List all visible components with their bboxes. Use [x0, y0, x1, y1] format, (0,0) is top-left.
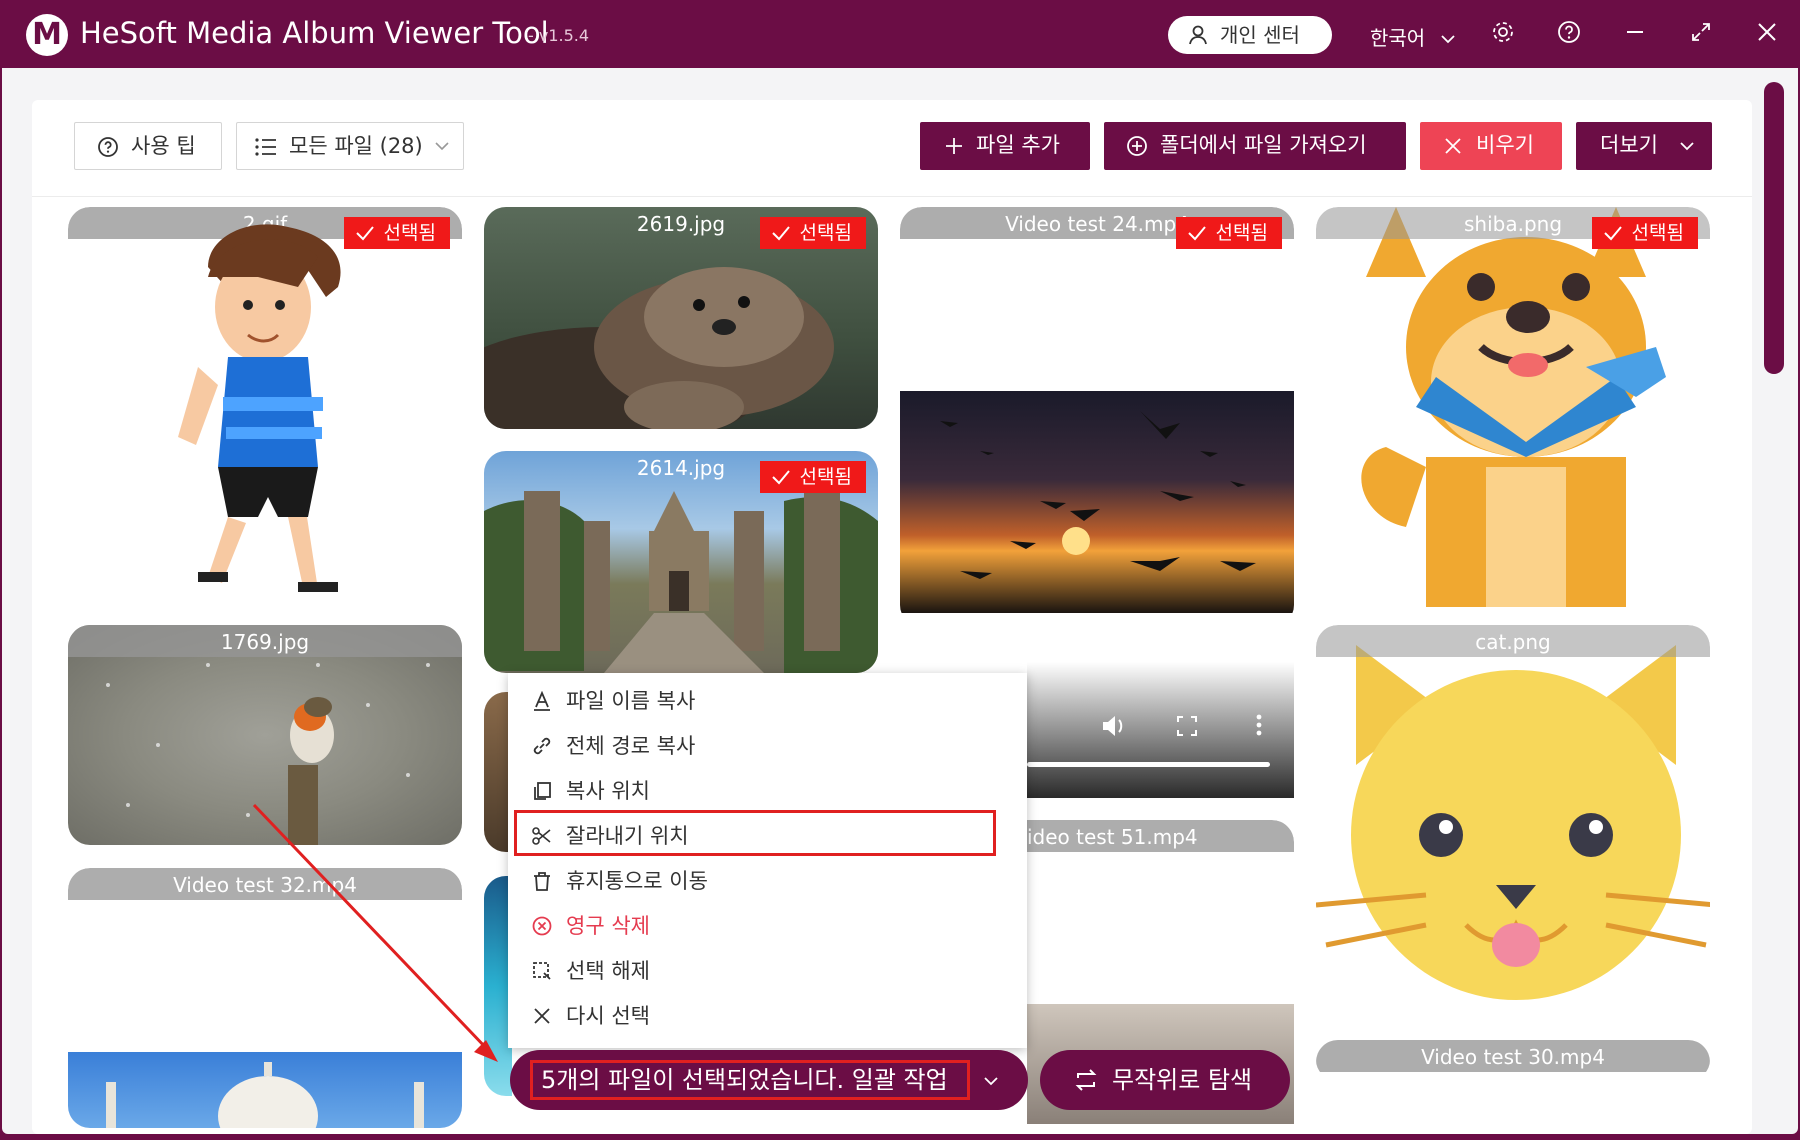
close-icon[interactable] — [1752, 20, 1782, 50]
check-icon — [1603, 226, 1622, 241]
link-icon — [533, 737, 551, 755]
chevron-down-icon — [435, 142, 449, 151]
cartoon-boy-image — [178, 224, 341, 592]
circle-x-icon — [532, 916, 552, 936]
check-icon — [771, 470, 790, 485]
chevron-down-icon — [1680, 142, 1694, 151]
gallery-card[interactable]: ideo test 51.mp4 — [1027, 820, 1294, 860]
deselect-icon — [533, 962, 551, 980]
trash-icon — [534, 872, 550, 891]
video-player[interactable] — [1027, 662, 1294, 798]
card-filename: ideo test 51.mp4 — [1027, 820, 1294, 852]
add-file-button[interactable]: 파일 추가 — [920, 122, 1090, 170]
volume-icon[interactable] — [1101, 714, 1127, 738]
add-file-label: 파일 추가 — [976, 133, 1060, 157]
menu-item-delete-permanently[interactable]: 영구 삭제 — [522, 906, 1002, 946]
question-circle-icon — [98, 137, 118, 157]
batch-context-menu: 파일 이름 복사 전체 경로 복사 복사 위치 잘라내기 위치 휴지통으로 이동… — [508, 673, 1027, 1048]
highlight-box — [514, 810, 996, 856]
menu-item-copy-to[interactable]: 복사 위치 — [522, 771, 1002, 811]
toolbar-divider — [32, 196, 1752, 197]
plus-icon — [946, 138, 962, 154]
import-folder-button[interactable]: 폴더에서 파일 가져오기 — [1104, 122, 1406, 170]
plus-circle-icon — [1127, 136, 1147, 156]
help-icon[interactable] — [1554, 20, 1584, 50]
tips-button[interactable]: 사용 팁 — [74, 122, 222, 170]
app-logo: M — [26, 14, 68, 56]
x-icon — [534, 1008, 550, 1024]
card-filename: cat.png — [1316, 625, 1710, 657]
check-icon — [1187, 226, 1206, 241]
check-icon — [771, 226, 790, 241]
title-bar: M HeSoft Media Album Viewer Tool - v1.5.… — [0, 0, 1800, 68]
x-icon — [1445, 138, 1461, 154]
shiba-dog-image — [1361, 207, 1666, 607]
gallery-card[interactable]: cat.png — [1316, 625, 1710, 1045]
minimize-icon[interactable] — [1620, 20, 1650, 50]
user-center-button[interactable]: 개인 센터 — [1168, 16, 1332, 54]
language-select[interactable]: 한국어 — [1370, 22, 1456, 51]
user-icon — [1189, 25, 1207, 45]
text-a-icon — [534, 691, 550, 711]
clear-label: 비우기 — [1476, 133, 1534, 157]
more-vertical-icon[interactable] — [1255, 714, 1263, 736]
copy-icon — [534, 782, 551, 800]
more-label: 더보기 — [1600, 133, 1658, 157]
menu-item-copy-full-path[interactable]: 전체 경로 복사 — [522, 726, 1002, 766]
list-icon — [255, 138, 276, 156]
filter-dropdown[interactable]: 모든 파일 (28) — [236, 122, 464, 170]
import-folder-label: 폴더에서 파일 가져오기 — [1160, 133, 1367, 157]
card-filename: Video test 30.mp4 — [1316, 1040, 1710, 1072]
sunset-birds-image — [900, 391, 1294, 613]
menu-item-copy-filename[interactable]: 파일 이름 복사 — [522, 681, 1002, 721]
cat-face-image — [1316, 645, 1710, 1000]
gallery-card[interactable]: Video test 24.mp4 선택됨 — [900, 207, 1294, 627]
shuffle-icon — [1075, 1069, 1097, 1091]
check-icon — [355, 226, 374, 241]
gallery-card[interactable]: 1769.jpg — [68, 625, 462, 845]
gallery-card[interactable]: 2614.jpg 선택됨 — [484, 451, 878, 673]
random-browse-label: 무작위로 탐색 — [1112, 1066, 1253, 1094]
fullscreen-icon[interactable] — [1177, 716, 1197, 736]
menu-item-reselect[interactable]: 다시 선택 — [522, 996, 1002, 1036]
language-label: 한국어 — [1370, 26, 1426, 50]
gallery-card[interactable]: shiba.png 선택됨 — [1316, 207, 1710, 607]
batch-action-button[interactable]: 5개의 파일이 선택되었습니다. 일괄 작업 — [510, 1050, 1028, 1110]
chevron-down-icon — [1440, 35, 1455, 44]
card-filename: Video test 32.mp4 — [68, 868, 462, 900]
app-title: HeSoft Media Album Viewer Tool — [80, 16, 549, 50]
gallery-card[interactable]: 2619.jpg 선택됨 — [484, 207, 878, 429]
selected-badge: 선택됨 — [343, 217, 450, 249]
more-dropdown[interactable]: 더보기 — [1576, 122, 1712, 170]
gallery-card[interactable]: Video test 32.mp4 — [68, 868, 462, 1128]
chevron-down-icon — [984, 1077, 998, 1086]
selected-badge: 선택됨 — [759, 217, 866, 249]
batch-action-label: 5개의 파일이 선택되었습니다. 일괄 작업 — [530, 1060, 970, 1100]
menu-item-deselect[interactable]: 선택 해제 — [522, 951, 1002, 991]
gallery-card[interactable]: Video test 30.mp4 — [1316, 1040, 1710, 1080]
gallery-card[interactable]: 2.gif 선택됨 — [68, 207, 462, 607]
filter-label: 모든 파일 (28) — [289, 134, 423, 158]
card-filename: 1769.jpg — [68, 625, 462, 657]
scrollbar-thumb[interactable] — [1764, 82, 1784, 374]
robin-bird-image — [106, 663, 430, 845]
menu-item-move-to-trash[interactable]: 휴지통으로 이동 — [522, 861, 1002, 901]
selected-badge: 선택됨 — [759, 461, 866, 493]
clear-button[interactable]: 비우기 — [1420, 122, 1562, 170]
tips-label: 사용 팁 — [131, 134, 196, 158]
video-progress-bar[interactable] — [1027, 762, 1270, 767]
maximize-icon[interactable] — [1686, 20, 1716, 50]
selected-badge: 선택됨 — [1591, 217, 1698, 249]
app-version: - v1.5.4 — [528, 26, 590, 45]
selected-badge: 선택됨 — [1175, 217, 1282, 249]
taj-mahal-image — [68, 1052, 462, 1128]
random-browse-button[interactable]: 무작위로 탐색 — [1040, 1050, 1290, 1110]
gear-icon[interactable] — [1488, 20, 1518, 50]
user-center-label: 개인 센터 — [1220, 23, 1300, 47]
